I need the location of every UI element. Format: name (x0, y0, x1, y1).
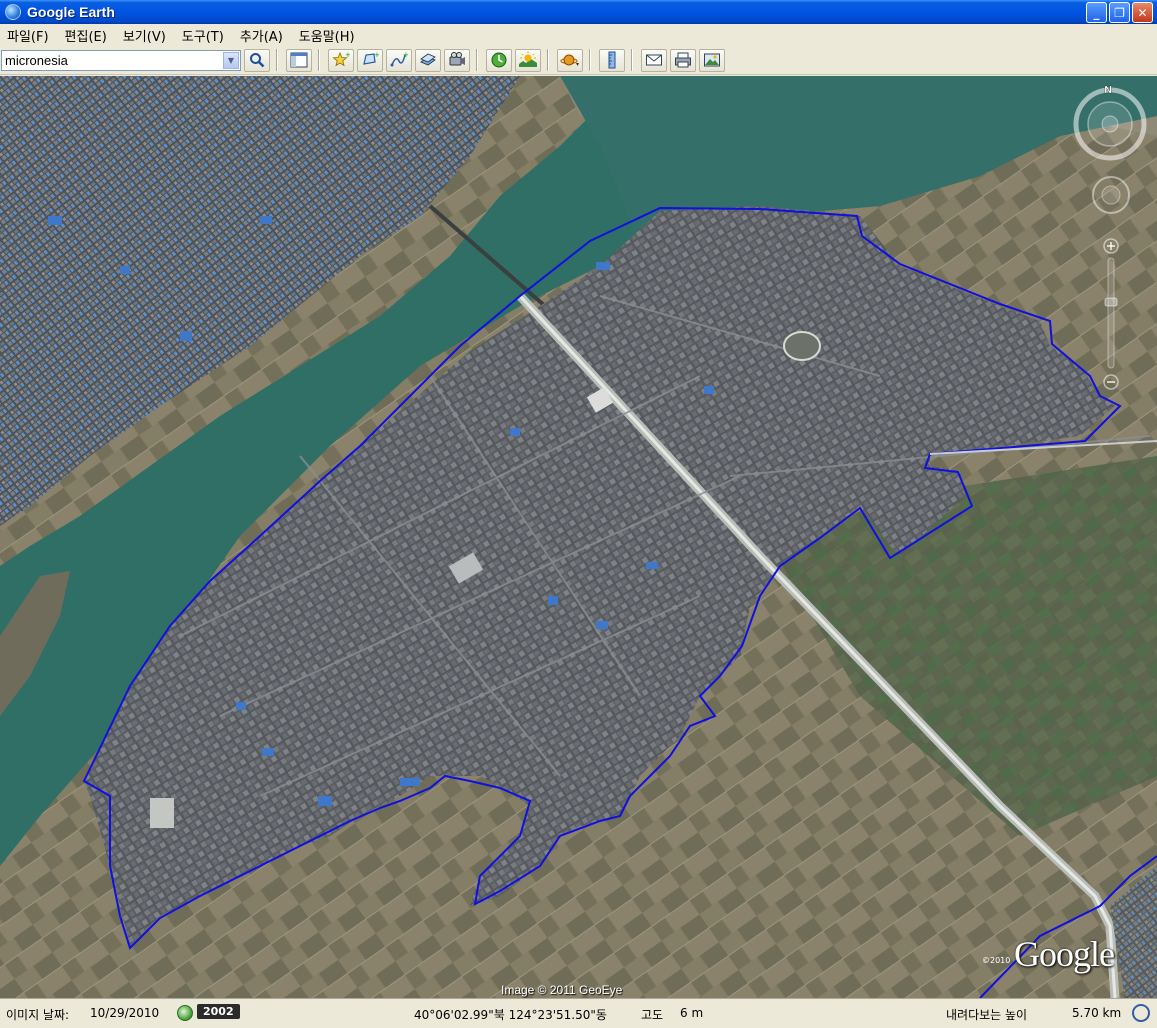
restore-button[interactable]: ❐ (1109, 2, 1130, 23)
menu-view[interactable]: 보기(V) (115, 26, 174, 45)
elevation-label: 고도 (641, 1008, 664, 1022)
minimize-button[interactable]: _ (1086, 2, 1107, 23)
add-placemark-button[interactable]: + (328, 48, 354, 72)
imagery-date: 10/29/2010 (90, 1006, 160, 1020)
google-earth-icon (5, 4, 21, 20)
menu-file[interactable]: 파일(F) (0, 26, 57, 45)
window-title: Google Earth (27, 4, 115, 20)
menu-add[interactable]: 추가(A) (232, 26, 291, 45)
toolbar-separator (476, 49, 477, 71)
add-path-button[interactable]: + (386, 48, 412, 72)
chevron-down-icon[interactable]: ▼ (223, 51, 239, 69)
search-combobox[interactable]: ▼ (1, 49, 241, 71)
historical-imagery-icon[interactable] (177, 1005, 193, 1021)
zoom-slider-handle (1104, 297, 1118, 307)
search-input[interactable] (2, 52, 218, 68)
add-path-icon: + (390, 51, 408, 67)
window-controls: _ ❐ ✕ (1086, 2, 1153, 23)
image-overlay-button[interactable] (415, 48, 441, 72)
imagery-date-label: 이미지 날짜: (6, 1008, 70, 1022)
historical-imagery-icon (491, 52, 507, 68)
map-viewport[interactable]: N Image © 2011 GeoEye ©2010 Google (0, 76, 1157, 998)
save-image-icon (704, 53, 720, 67)
elevation-value: 6 m (680, 1006, 704, 1020)
add-polygon-icon: + (363, 51, 379, 65)
menu-edit[interactable]: 편집(E) (57, 26, 115, 45)
toolbar-separator (589, 49, 590, 71)
ruler-button[interactable] (599, 48, 625, 72)
ruler-icon (608, 51, 616, 69)
look-joystick[interactable] (1088, 172, 1134, 218)
eye-altitude-label: 내려다보는 높이 (946, 1008, 1028, 1022)
pointer-coordinates: 40°06'02.99"북 124°23'51.50"동 (414, 1008, 607, 1022)
sunlight-icon (519, 51, 537, 67)
sunlight-button[interactable] (515, 48, 541, 72)
toolbar-separator (318, 49, 319, 71)
save-image-button[interactable] (699, 48, 725, 72)
sidebar-toggle-icon (290, 52, 308, 68)
google-logo: Google (1014, 934, 1115, 974)
historical-imagery-button[interactable] (486, 48, 512, 72)
email-button[interactable] (641, 48, 667, 72)
compass-north-label: N (1104, 85, 1112, 96)
navigation-compass[interactable]: N (1070, 84, 1150, 164)
imagery-year-badge: 2002 (197, 1004, 240, 1019)
eye-altitude-value: 5.70 km (1072, 1006, 1122, 1020)
toolbar-separator (547, 49, 548, 71)
menu-tools[interactable]: 도구(T) (174, 26, 232, 45)
add-placemark-icon: + (332, 51, 350, 67)
print-icon (675, 52, 691, 68)
menu-help[interactable]: 도움말(H) (291, 26, 363, 45)
record-tour-button[interactable] (444, 48, 470, 72)
title-bar[interactable]: Google Earth _ ❐ ✕ (0, 0, 1157, 24)
status-bar: 이미지 날짜: 10/29/2010 2002 40°06'02.99"북 12… (0, 998, 1157, 1028)
satellite-imagery (0, 76, 1157, 998)
toolbar-separator (631, 49, 632, 71)
svg-text:+: + (403, 51, 408, 59)
print-button[interactable] (670, 48, 696, 72)
search-button[interactable] (244, 48, 270, 72)
menu-bar: 파일(F) 편집(E) 보기(V) 도구(T) 추가(A) 도움말(H) (0, 24, 1157, 46)
toolbar-separator (276, 49, 277, 71)
logo-copyright-year: ©2010 (982, 956, 1011, 965)
switch-planet-button[interactable] (557, 48, 583, 72)
toolbar: ▼ + + + (0, 46, 1157, 75)
streaming-indicator-icon (1132, 1004, 1150, 1022)
add-polygon-button[interactable]: + (357, 48, 383, 72)
email-icon (646, 54, 662, 66)
svg-text:+: + (374, 51, 379, 59)
svg-text:+: + (345, 51, 350, 59)
image-overlay-icon (420, 53, 436, 66)
switch-planet-icon (560, 54, 579, 66)
search-icon (250, 53, 265, 68)
google-earth-window: Google Earth _ ❐ ✕ 파일(F) 편집(E) 보기(V) 도구(… (0, 0, 1157, 1028)
close-button[interactable]: ✕ (1132, 2, 1153, 23)
zoom-slider[interactable] (1096, 236, 1126, 396)
record-tour-icon (449, 52, 465, 66)
sidebar-toggle-button[interactable] (286, 48, 312, 72)
imagery-copyright: Image © 2011 GeoEye (501, 983, 623, 997)
